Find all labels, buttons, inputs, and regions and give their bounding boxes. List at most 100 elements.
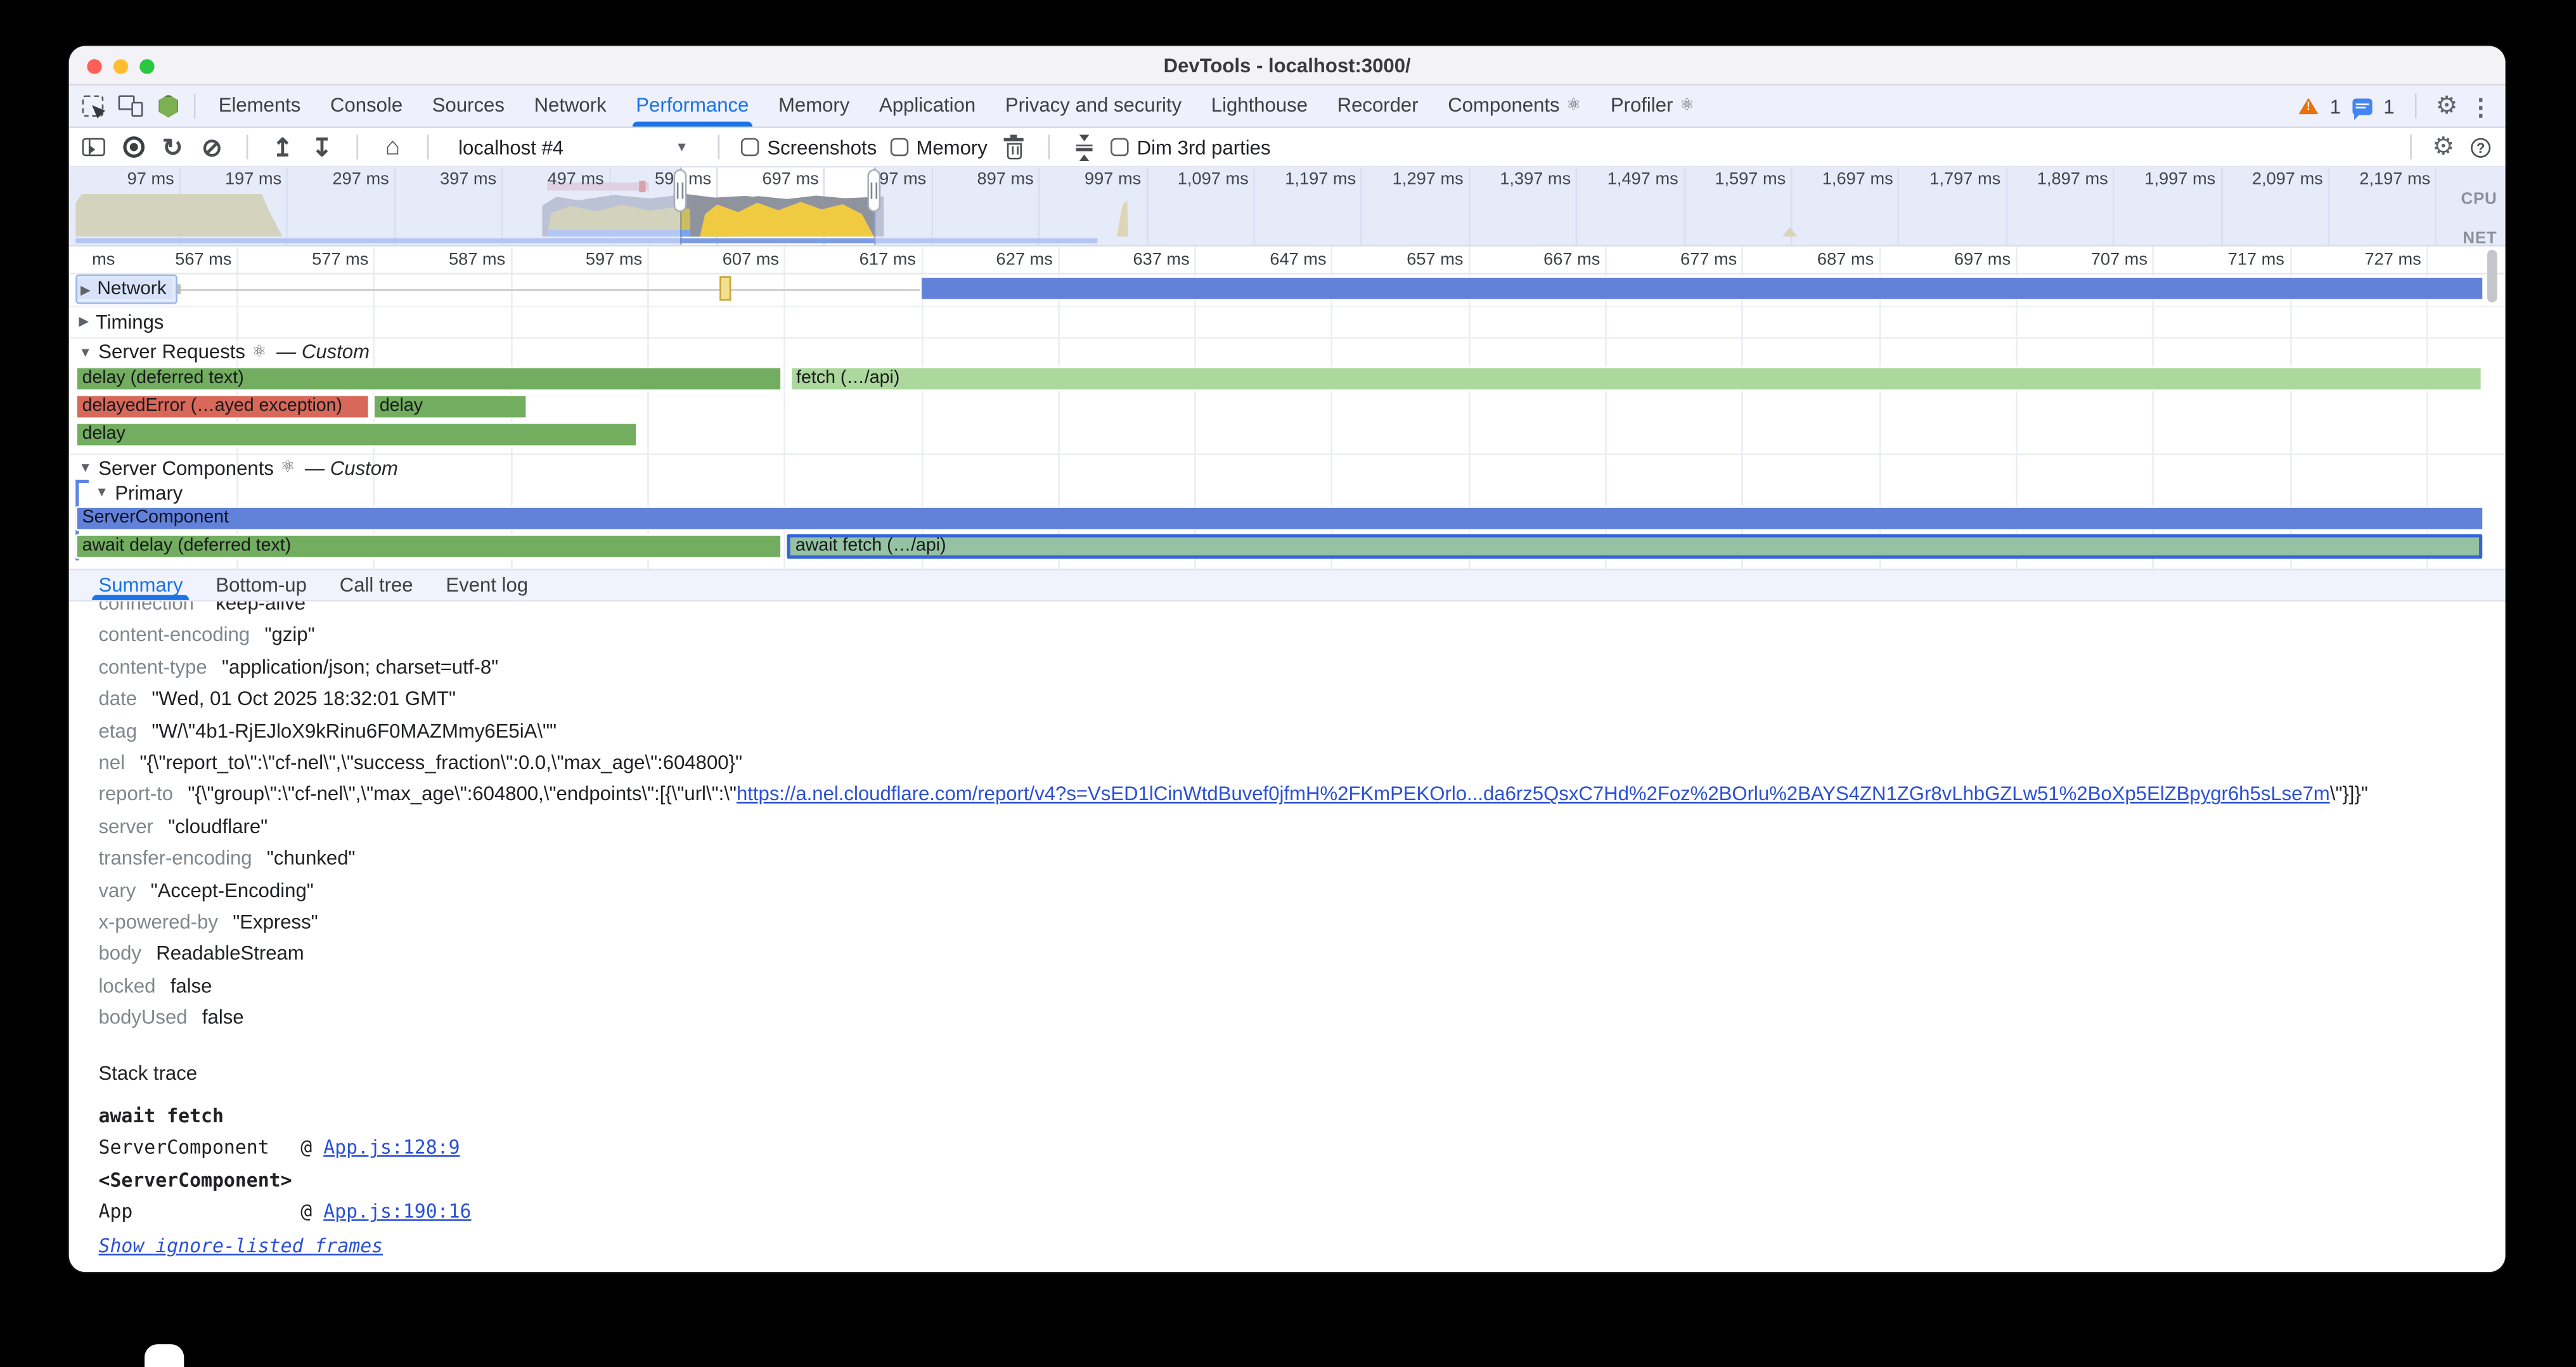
ruler-label: 627 ms: [954, 250, 1053, 269]
kebab-menu-icon[interactable]: ⋮: [2469, 94, 2492, 117]
warning-icon[interactable]: !: [2298, 98, 2318, 114]
header-row: content-type"application/json; charset=u…: [69, 652, 2506, 684]
server-components-header[interactable]: ▼ Server Components ⚛ — Custom: [69, 453, 2506, 479]
track-label: Network: [97, 280, 166, 299]
flame-bar[interactable]: delay (deferred text): [75, 366, 781, 391]
flame-bar[interactable]: await fetch (…/api): [787, 534, 2483, 559]
ruler-label: 607 ms: [680, 250, 779, 269]
header-row: transfer-encoding"chunked": [69, 843, 2506, 875]
ruler-label: 637 ms: [1091, 250, 1190, 269]
save-profile-icon[interactable]: ↧: [309, 134, 335, 160]
ruler-label: 717 ms: [2186, 250, 2284, 269]
flame-bar[interactable]: fetch (…/api): [790, 366, 2483, 391]
flame-bar[interactable]: ServerComponent: [75, 506, 2484, 531]
device-toolbar-icon[interactable]: [119, 95, 143, 117]
tab-sources[interactable]: Sources: [417, 86, 519, 127]
tab-elements[interactable]: Elements: [203, 86, 315, 127]
collapse-tracks-icon[interactable]: [1071, 134, 1097, 160]
tab-lighthouse[interactable]: Lighthouse: [1196, 86, 1322, 127]
header-name: content-encoding: [99, 620, 250, 652]
network-marker[interactable]: [719, 276, 731, 301]
flame-bar[interactable]: delayedError (…ayed exception): [75, 394, 370, 419]
stack-frame-label: await fetch: [99, 1101, 2506, 1133]
report-to-link[interactable]: https://a.nel.cloudflare.com/report/v4?s…: [737, 783, 2330, 806]
header-name: locked: [99, 971, 156, 1002]
record-button[interactable]: [120, 134, 146, 160]
details-tab-call-tree[interactable]: Call tree: [323, 570, 430, 600]
details-tabbar: SummaryBottom-upCall treeEvent log: [69, 569, 2506, 602]
server-requests-header[interactable]: ▼ Server Requests ⚛ — Custom: [69, 337, 2506, 365]
header-value: "chunked": [267, 843, 356, 875]
inspect-element-icon[interactable]: [82, 95, 104, 117]
background-window-fragment: [145, 1344, 184, 1367]
divider: [427, 135, 429, 160]
network-request-bar[interactable]: [920, 276, 2483, 301]
show-ignore-listed-frames-link[interactable]: Show ignore-listed frames: [99, 1231, 383, 1263]
tabbar-right: ! 1 1 ⚙ ⋮: [2298, 94, 2492, 119]
ruler-label: 997 ms: [1046, 169, 1141, 189]
network-track[interactable]: ▶ Network: [69, 275, 2506, 304]
tab-profiler[interactable]: Profiler⚛: [1596, 86, 1710, 127]
flame-chart-tracks[interactable]: ms567 ms577 ms587 ms597 ms607 ms617 ms62…: [69, 247, 2506, 569]
memory-checkbox[interactable]: Memory: [890, 136, 988, 159]
disclosure-triangle-icon: ▶: [80, 282, 91, 296]
console-message-icon[interactable]: [2352, 98, 2372, 114]
tab-performance[interactable]: Performance: [621, 86, 764, 127]
details-tab-event-log[interactable]: Event log: [429, 570, 544, 600]
history-select[interactable]: localhost #4 ▼: [450, 131, 697, 164]
home-icon[interactable]: ⌂: [380, 134, 406, 160]
message-count[interactable]: 1: [2383, 94, 2394, 117]
clear-icon[interactable]: ⊘: [199, 134, 225, 160]
selection-handle-right[interactable]: [867, 169, 880, 212]
selection-handle-left[interactable]: [674, 169, 687, 212]
react-atom-icon: ⚛: [252, 342, 266, 361]
tab-recorder[interactable]: Recorder: [1322, 86, 1433, 127]
tab-application[interactable]: Application: [865, 86, 991, 127]
header-name: connection: [99, 602, 194, 621]
header-value: "keep-alive": [209, 602, 312, 621]
track-label: Timings: [96, 310, 164, 333]
divider: [1048, 135, 1050, 160]
network-whisker-line: [177, 288, 920, 291]
timings-track[interactable]: ▶ Timings: [69, 306, 2506, 335]
ruler-label: 687 ms: [1775, 250, 1874, 269]
checkbox-box: [890, 138, 908, 157]
header-value: "gzip": [264, 620, 314, 652]
tab-label: Performance: [636, 86, 749, 127]
tab-memory[interactable]: Memory: [764, 86, 865, 127]
server-requests-row: delayedError (…ayed exception)delay: [75, 392, 2484, 420]
settings-gear-icon[interactable]: ⚙: [2435, 94, 2457, 119]
tab-console[interactable]: Console: [316, 86, 418, 127]
header-value: ReadableStream: [156, 939, 304, 971]
warning-count[interactable]: 1: [2330, 94, 2341, 117]
flame-bar[interactable]: await delay (deferred text): [75, 534, 781, 559]
tab-components[interactable]: Components⚛: [1433, 86, 1596, 127]
collect-garbage-icon[interactable]: [1001, 134, 1027, 160]
flame-bar[interactable]: delay: [75, 422, 636, 447]
header-value: "Express": [233, 907, 318, 939]
tab-privacy-and-security[interactable]: Privacy and security: [991, 86, 1197, 127]
ruler-label: 1,397 ms: [1476, 169, 1571, 189]
load-profile-icon[interactable]: ↥: [269, 134, 295, 160]
checkbox-box: [1111, 138, 1129, 157]
timeline-overview[interactable]: 97 ms197 ms297 ms397 ms497 ms597 ms697 m…: [69, 167, 2506, 246]
stack-source-link[interactable]: App.js:128:9: [323, 1136, 460, 1159]
tab-network[interactable]: Network: [519, 86, 621, 127]
ruler-label: 1,797 ms: [1905, 169, 2000, 189]
screenshots-checkbox[interactable]: Screenshots: [741, 136, 877, 159]
help-icon[interactable]: ?: [2468, 134, 2494, 160]
vertical-scrollbar-thumb[interactable]: [2487, 250, 2497, 302]
dim-3rd-parties-checkbox[interactable]: Dim 3rd parties: [1111, 136, 1270, 159]
network-track-header[interactable]: ▶ Network: [75, 275, 178, 304]
ruler-label: 597 ms: [616, 169, 711, 189]
toggle-sidebar-icon[interactable]: [80, 134, 106, 160]
ruler-label: 1,897 ms: [2012, 169, 2108, 189]
server-components-group[interactable]: ▼ Primary: [69, 480, 2506, 505]
details-tab-summary[interactable]: Summary: [82, 570, 200, 600]
header-name: date: [99, 684, 138, 716]
stack-source-link[interactable]: App.js:190:16: [323, 1200, 471, 1223]
details-tab-bottom-up[interactable]: Bottom-up: [199, 570, 323, 600]
flame-bar[interactable]: delay: [373, 394, 527, 419]
panel-settings-gear-icon[interactable]: ⚙: [2432, 135, 2454, 160]
reload-and-record-icon[interactable]: ↻: [159, 134, 185, 160]
